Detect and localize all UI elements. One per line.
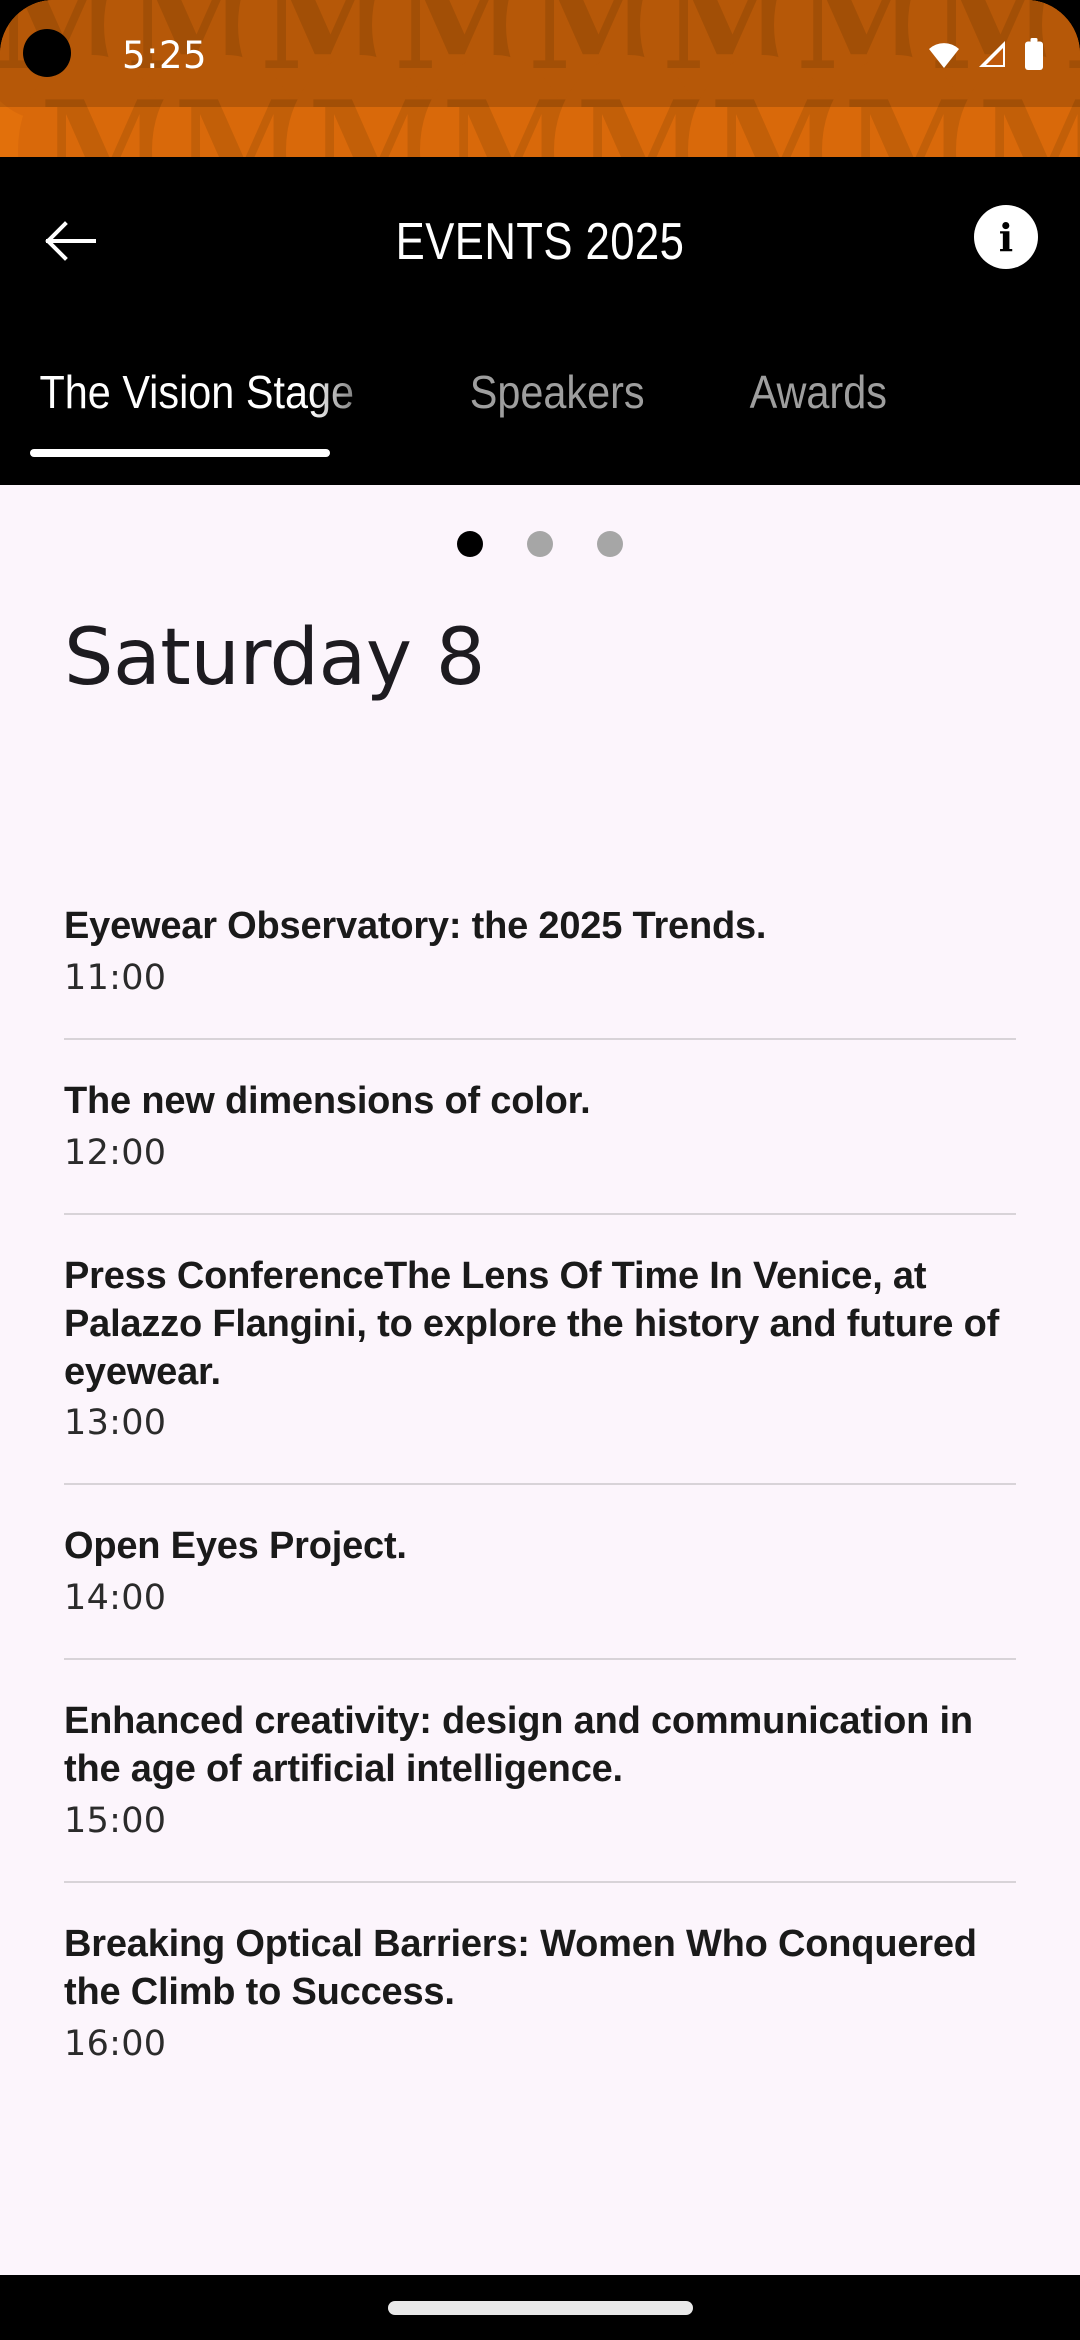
event-time: 15:00 (64, 1801, 167, 1841)
event-title: Open Eyes Project. (64, 1525, 407, 1568)
event-title: Eyewear Observatory: the 2025 Trends. (64, 905, 767, 947)
list-divider (64, 1212, 1016, 1215)
day-title: Saturday 8 (64, 613, 485, 703)
tab-active-indicator (30, 449, 330, 457)
info-button[interactable]: i (974, 205, 1038, 269)
page-title: EVENTS 2025 (395, 213, 685, 271)
status-time: 5:25 (122, 34, 208, 77)
tab-speakers[interactable]: Speakers (430, 365, 684, 419)
pager-dot-1[interactable] (457, 531, 483, 557)
list-divider (64, 1037, 1016, 1040)
tab-bar: The Vision Stage Speakers Awards (0, 327, 1080, 485)
event-item[interactable]: The new dimensions of color. 12:00 (64, 1078, 1016, 1173)
status-icons (928, 38, 1044, 70)
pager-dots[interactable] (0, 531, 1080, 557)
event-time: 16:00 (64, 2023, 167, 2064)
list-divider (64, 1881, 1016, 1883)
event-title: Press ConferenceThe Lens Of Time In Veni… (64, 1254, 1000, 1393)
event-item[interactable]: Eyewear Observatory: the 2025 Trends. 11… (64, 903, 1016, 998)
event-item[interactable]: Open Eyes Project. 14:00 (64, 1523, 1016, 1618)
event-time: 11:00 (64, 957, 167, 998)
list-divider (64, 1658, 1016, 1661)
pager-dot-3[interactable] (597, 531, 623, 557)
tab-list[interactable]: The Vision Stage Speakers Awards (0, 327, 938, 457)
content-area[interactable]: Saturday 8 Eyewear Observatory: the 2025… (0, 485, 1080, 2275)
event-list: Eyewear Observatory: the 2025 Trends. 11… (64, 903, 1016, 2064)
system-nav-bar (0, 2275, 1080, 2340)
camera-cutout (23, 29, 71, 77)
event-title: Breaking Optical Barriers: Women Who Con… (64, 1923, 977, 2013)
home-indicator[interactable] (387, 2300, 693, 2315)
pager-dot-2[interactable] (527, 531, 553, 557)
tab-awards[interactable]: Awards (710, 365, 927, 419)
list-divider (64, 1483, 1016, 1486)
event-title: Enhanced creativity: design and communic… (64, 1700, 973, 1791)
event-time: 14:00 (64, 1578, 167, 1619)
phone-screen: MMMMMMMMMMMMMMMMMMMMMMMMMMMMMM 5:25 EVEN… (0, 0, 1080, 2340)
wifi-icon (929, 43, 959, 68)
app-bar: EVENTS 2025 i (0, 157, 1080, 327)
tab-the-vision-stage[interactable]: The Vision Stage (0, 365, 394, 419)
signal-icon (979, 41, 1005, 67)
event-time: 13:00 (64, 1403, 167, 1444)
battery-icon (1025, 38, 1043, 70)
event-item[interactable]: Enhanced creativity: design and communic… (64, 1698, 1016, 1841)
event-time: 12:00 (64, 1132, 167, 1173)
event-item[interactable]: Press ConferenceThe Lens Of Time In Veni… (64, 1253, 1016, 1444)
event-item[interactable]: Breaking Optical Barriers: Women Who Con… (64, 1921, 1016, 2064)
event-title: The new dimensions of color. (64, 1079, 591, 1122)
info-icon: i (998, 214, 1014, 260)
